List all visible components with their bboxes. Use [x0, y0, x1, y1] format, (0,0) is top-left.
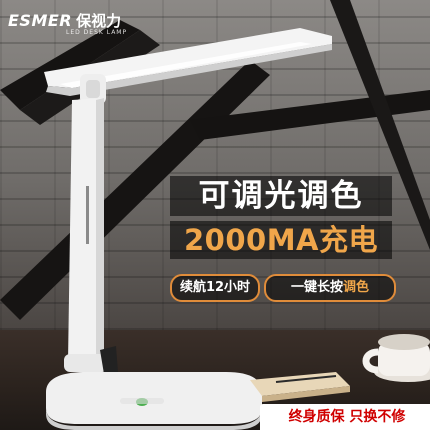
color-adjust-badge: 一键长按调色 — [264, 274, 396, 302]
lamp-arm — [68, 98, 104, 362]
promo-panel: 可调光调色 2000MA充电 续航12小时 一键长按调色 — [170, 176, 396, 308]
battery-capacity: 2000MA充电 — [170, 221, 392, 259]
color-adjust-accent: 调色 — [343, 280, 370, 295]
headline: 可调光调色 — [170, 176, 392, 216]
guarantee-text: 终身质保 只换不修 — [288, 409, 406, 425]
product-image: ESMER 保视力 LED DESK LAMP 可调光调色 2000MA充电 续… — [0, 0, 430, 430]
coffee-cup — [362, 334, 430, 382]
lamp-base — [46, 372, 262, 430]
color-adjust-prefix: 一键长按 — [290, 280, 343, 295]
notebook — [250, 372, 350, 402]
battery-life-badge: 续航12小时 — [170, 274, 260, 302]
guarantee-banner: 终身质保 只换不修 — [260, 404, 430, 430]
